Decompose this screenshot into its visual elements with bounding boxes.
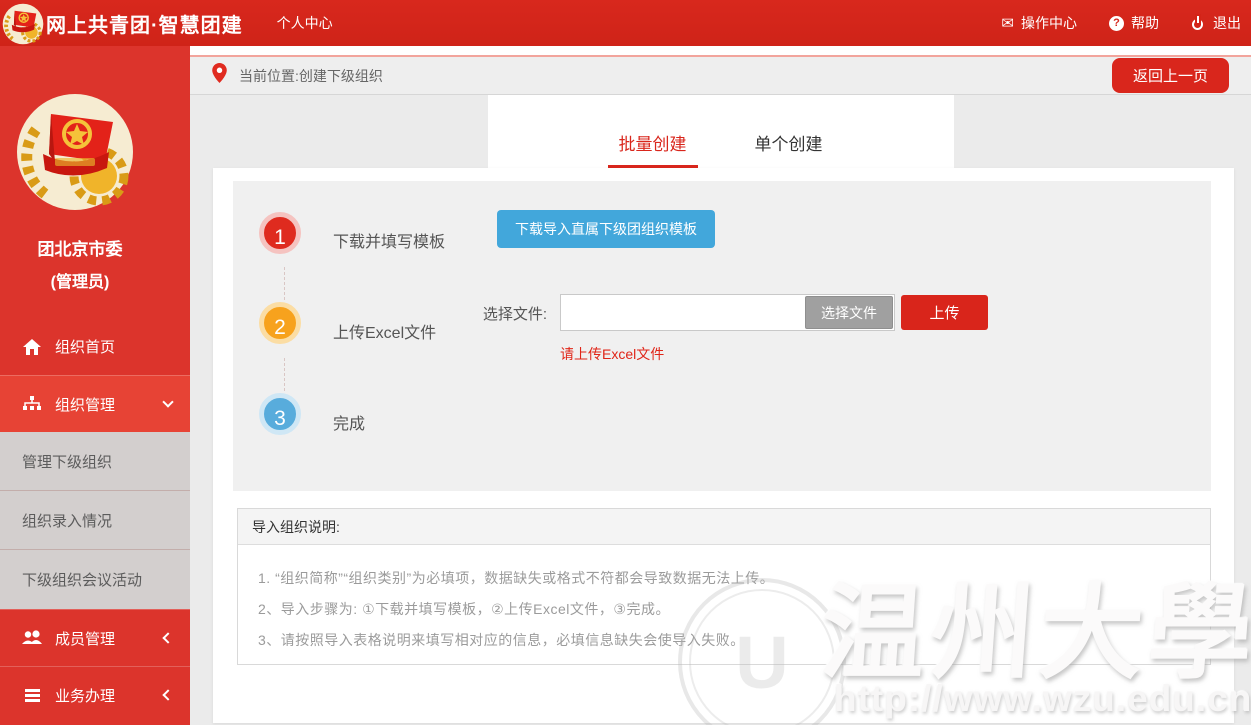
instruction-item: 3、请按照导入表格说明来填写相对应的信息，必填信息缺失会使导入失败。 xyxy=(258,625,1190,656)
tab-batch-create[interactable]: 批量创建 xyxy=(608,130,698,168)
sidebar-item-business-processing[interactable]: 业务办理 xyxy=(0,666,190,723)
sidebar-item-member-management[interactable]: 成员管理 xyxy=(0,609,190,666)
nav-logout-label: 退出 xyxy=(1213,13,1241,33)
users-icon xyxy=(22,630,42,646)
sitemap-icon xyxy=(22,396,42,412)
step-1-circle: 1 xyxy=(259,212,301,254)
nav-help-label: 帮助 xyxy=(1131,13,1159,33)
sidebar-item-label: 成员管理 xyxy=(55,628,164,649)
tab-bar: 批量创建 单个创建 xyxy=(488,95,954,168)
nav-operation-center[interactable]: ✉ 操作中心 xyxy=(1001,13,1077,33)
steps-panel: 1 下载并填写模板 下载导入直属下级团组织模板 2 上传Excel文件 选择文件… xyxy=(233,181,1211,491)
instructions-title: 导入组织说明: xyxy=(238,509,1210,545)
org-role: (管理员) xyxy=(0,268,160,292)
chevron-down-icon xyxy=(162,396,173,407)
sidebar-submenu: 管理下级组织 组织录入情况 下级组织会议活动 xyxy=(0,432,190,609)
step-connector xyxy=(284,267,285,300)
back-button[interactable]: 返回上一页 xyxy=(1112,58,1229,93)
submenu-item-label: 下级组织会议活动 xyxy=(22,569,142,590)
chevron-left-icon xyxy=(162,689,173,700)
tab-single-create[interactable]: 单个创建 xyxy=(744,130,834,168)
league-emblem-icon xyxy=(15,92,135,217)
sidebar-item-label: 业务办理 xyxy=(55,685,164,706)
tab-zone: 批量创建 单个创建 xyxy=(190,95,1251,168)
instructions-body: 1. “组织简称”“组织类别”为必填项，数据缺失或格式不符都会导致数据无法上传。… xyxy=(238,545,1210,664)
file-select-label: 选择文件: xyxy=(473,303,547,324)
breadcrumb-label: 当前位置:创建下级组织 xyxy=(239,66,1112,86)
sidebar-item-sub-org-meetings[interactable]: 下级组织会议活动 xyxy=(0,550,190,609)
sidebar-item-label: 组织首页 xyxy=(55,336,172,357)
sidebar-item-label: 组织管理 xyxy=(55,394,164,415)
sidebar-menu: 组织首页 组织管理 管理下级组织 组织录入情况 xyxy=(0,318,190,723)
upload-error-message: 请上传Excel文件 xyxy=(560,344,664,364)
mail-icon: ✉ xyxy=(1001,16,1014,31)
upload-button[interactable]: 上传 xyxy=(901,295,988,330)
chevron-left-icon xyxy=(162,632,173,643)
step-3-label: 完成 xyxy=(333,410,365,434)
step-connector xyxy=(284,358,285,391)
location-pin-icon xyxy=(212,63,227,88)
sidebar-item-manage-sub-orgs[interactable]: 管理下级组织 xyxy=(0,432,190,491)
main-content: 当前位置:创建下级组织 返回上一页 批量创建 单个创建 1 下载并填写模板 下载… xyxy=(190,46,1251,725)
sidebar-item-org-management[interactable]: 组织管理 xyxy=(0,375,190,432)
instruction-item: 2、导入步骤为: ①下载并填写模板，②上传Excel文件，③完成。 xyxy=(258,594,1190,625)
choose-file-button[interactable]: 选择文件 xyxy=(805,296,893,329)
sidebar-item-org-entry-status[interactable]: 组织录入情况 xyxy=(0,491,190,550)
submenu-item-label: 管理下级组织 xyxy=(22,451,112,472)
step-3-circle: 3 xyxy=(259,393,301,435)
help-icon: ? xyxy=(1109,16,1124,31)
org-name: 团北京市委 xyxy=(0,235,160,260)
top-header: 网上共青团·智慧团建 个人中心 ✉ 操作中心 ? 帮助 退出 xyxy=(0,0,1251,46)
nav-personal-center[interactable]: 个人中心 xyxy=(277,13,333,33)
sidebar-item-org-home[interactable]: 组织首页 xyxy=(0,318,190,375)
nav-logout[interactable]: 退出 xyxy=(1191,13,1241,33)
step-2-label: 上传Excel文件 xyxy=(333,319,436,343)
instruction-item: 1. “组织简称”“组织类别”为必填项，数据缺失或格式不符都会导致数据无法上传。 xyxy=(258,563,1190,594)
nav-help[interactable]: ? 帮助 xyxy=(1109,13,1159,33)
app-title: 网上共青团·智慧团建 xyxy=(46,9,243,38)
power-icon xyxy=(1191,16,1206,31)
submenu-item-label: 组织录入情况 xyxy=(22,510,112,531)
instructions-panel: 导入组织说明: 1. “组织简称”“组织类别”为必填项，数据缺失或格式不符都会导… xyxy=(237,508,1211,665)
sidebar: 团北京市委 (管理员) 组织首页 组织管理 管理下 xyxy=(0,46,190,725)
download-template-button[interactable]: 下载导入直属下级团组织模板 xyxy=(497,210,715,248)
step-1-label: 下载并填写模板 xyxy=(333,228,445,252)
step-2-circle: 2 xyxy=(259,302,301,344)
nav-operation-center-label: 操作中心 xyxy=(1021,13,1077,33)
list-icon xyxy=(22,687,42,704)
home-icon xyxy=(22,339,42,355)
content-card: 1 下载并填写模板 下载导入直属下级团组织模板 2 上传Excel文件 选择文件… xyxy=(213,168,1234,723)
breadcrumb: 当前位置:创建下级组织 返回上一页 xyxy=(190,55,1251,95)
league-emblem-icon xyxy=(2,3,44,45)
